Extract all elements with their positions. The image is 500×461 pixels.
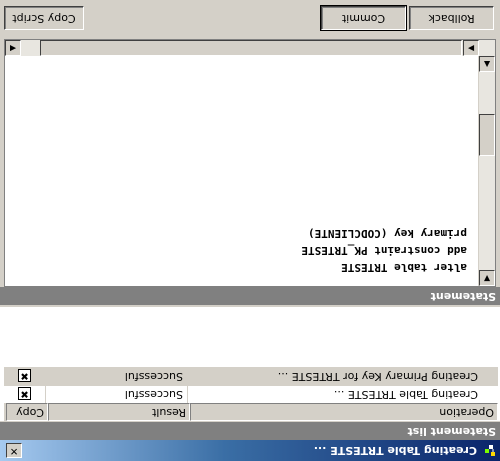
statement-header: Statement [0, 287, 500, 305]
sql-text[interactable]: alter table TRTESTE add constraint PK_TRT… [301, 225, 467, 276]
sql-line: alter table TRTESTE [341, 261, 467, 274]
copy-script-button[interactable]: Copy Script [4, 6, 84, 30]
statement-list-title: Statement list [407, 425, 496, 438]
title-bar[interactable]: Creating Table TRTESTE ... ✕ [0, 440, 500, 461]
vertical-scrollbar[interactable]: ▼ ▲ [478, 56, 495, 286]
close-icon[interactable]: ✕ [6, 443, 22, 458]
sql-line: add constraint PK_TRTESTE [301, 244, 467, 257]
row-result: Successful [43, 368, 188, 385]
statement-title: Statement [430, 290, 496, 303]
horizontal-scrollbar[interactable]: ▶ ◀ [5, 40, 495, 56]
copy-checkbox[interactable]: ✖ [18, 369, 31, 382]
row-operation: Creating Primary Key for TRTESTE ... [277, 370, 478, 383]
row-copy-cell: ✖ [1, 386, 46, 403]
column-header-copy[interactable]: Copy [6, 403, 48, 421]
table-row[interactable]: Creating Primary Key for TRTESTE ... Suc… [1, 367, 498, 385]
transaction-dialog: Creating Table TRTESTE ... ✕ Statement l… [0, 0, 500, 461]
scroll-down-icon[interactable]: ▼ [479, 270, 495, 286]
column-header-result[interactable]: Result [48, 403, 190, 421]
row-result: Successful [43, 386, 188, 403]
sql-line: primary key (CODCLIENTE) [308, 227, 467, 240]
row-operation: Creating Table TRTESTE ... [333, 388, 478, 401]
sql-editor[interactable]: ▼ ▲ alter table TRTESTE add constraint PK… [4, 39, 496, 287]
list-column-headers: Operation Result Copy [4, 403, 498, 421]
row-copy-cell: ✖ [1, 368, 46, 385]
copy-checkbox[interactable]: ✖ [18, 387, 31, 400]
scroll-left-icon[interactable]: ◀ [5, 40, 21, 56]
statement-list-grid[interactable]: Operation Result Copy Creating Table TRT… [0, 307, 500, 421]
rollback-button[interactable]: Rollback [409, 6, 494, 30]
scroll-thumb[interactable] [479, 114, 495, 156]
commit-button[interactable]: Commit [320, 5, 407, 31]
tree-nodes-icon [485, 445, 495, 456]
scroll-right-icon[interactable]: ▶ [463, 40, 479, 56]
scroll-up-icon[interactable]: ▲ [479, 56, 495, 72]
table-row[interactable]: Creating Table TRTESTE ... Successful ✖ [1, 385, 498, 403]
statement-list-header: Statement list [0, 422, 500, 440]
column-header-operation[interactable]: Operation [190, 403, 498, 421]
window-title: Creating Table TRTESTE ... [313, 444, 477, 457]
scroll-thumb[interactable] [40, 40, 462, 56]
